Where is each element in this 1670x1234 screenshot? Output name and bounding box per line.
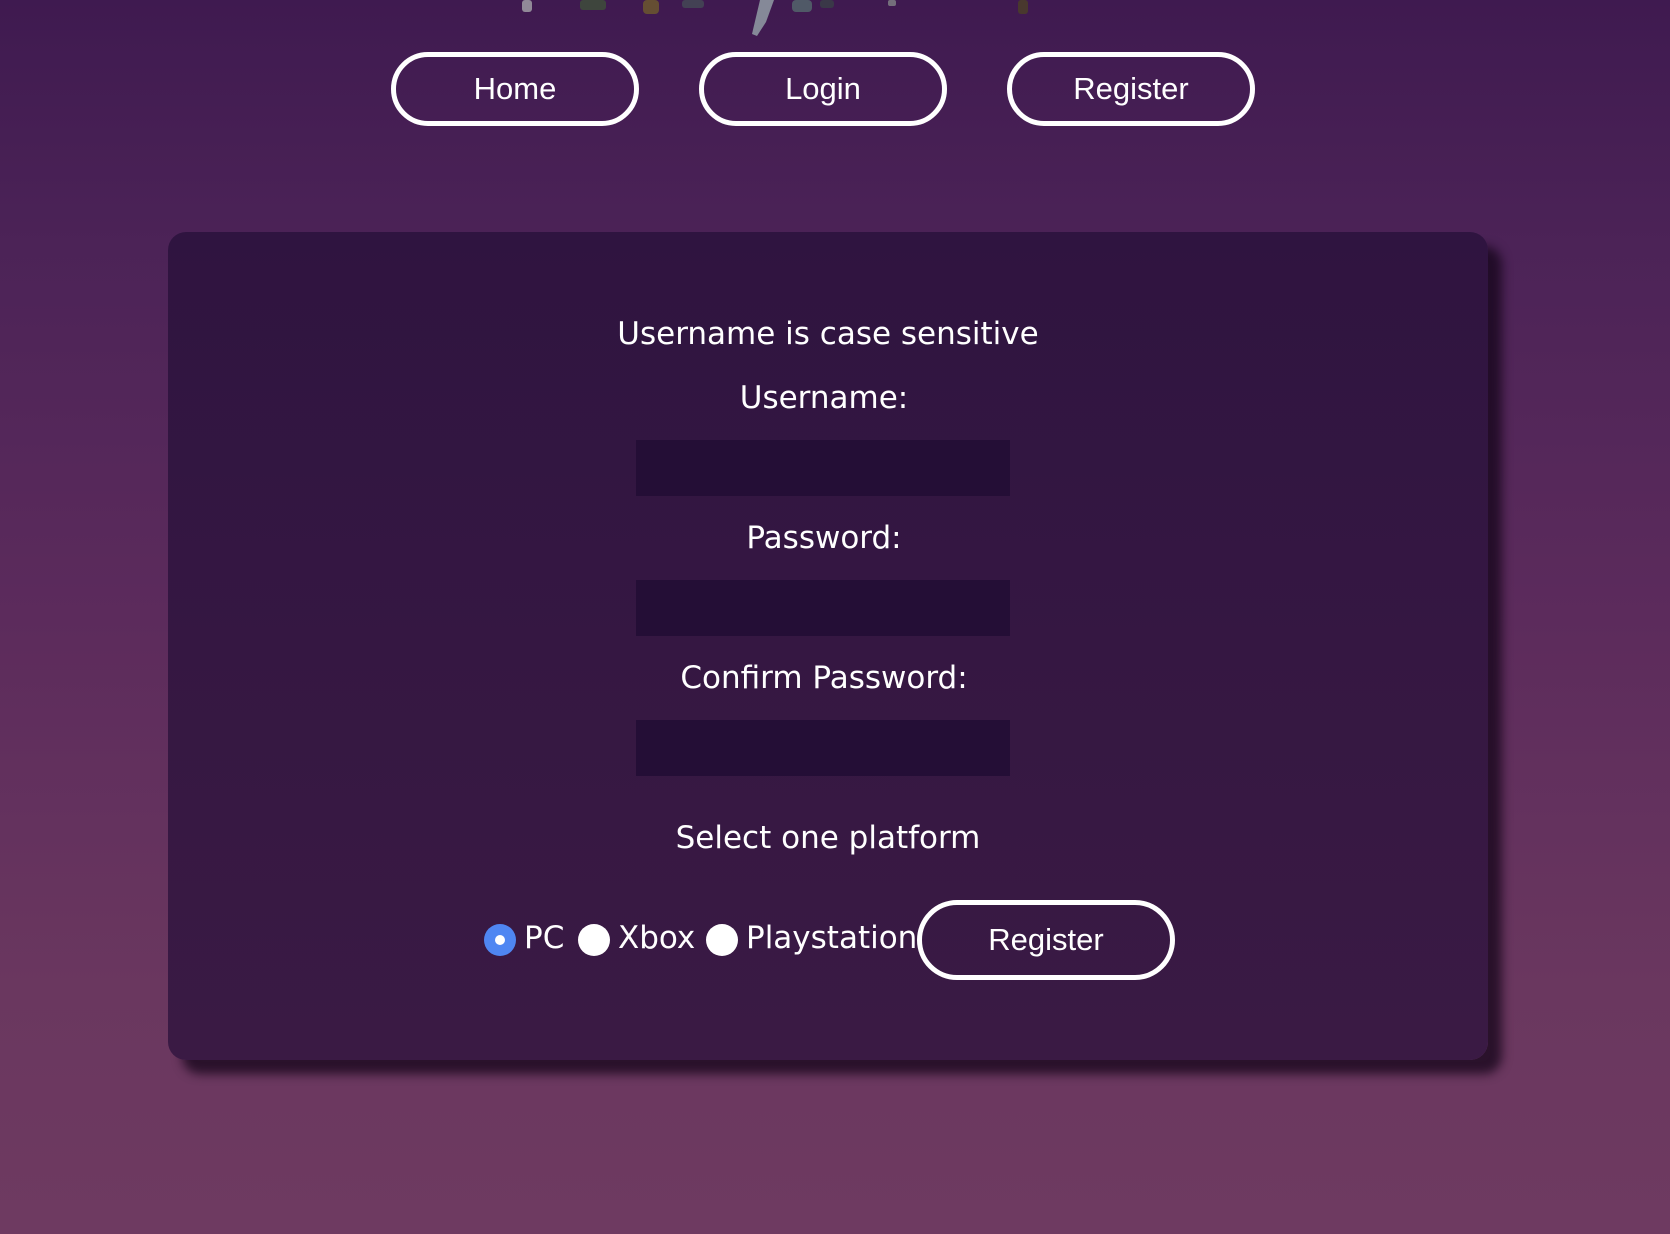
password-input[interactable] — [636, 580, 1010, 636]
password-label: Password: — [746, 520, 902, 556]
register-form-card: Username is case sensitive Username: Pas… — [168, 232, 1488, 1060]
login-button[interactable]: Login — [699, 52, 947, 126]
platform-prompt: Select one platform — [675, 820, 981, 856]
register-submit-button[interactable]: Register — [917, 900, 1175, 980]
top-nav: Home Login Register — [0, 52, 1670, 132]
home-button[interactable]: Home — [391, 52, 639, 126]
hero-artwork-fragment — [522, 0, 1028, 36]
username-label: Username: — [739, 380, 909, 416]
xbox-radio-label[interactable]: Xbox — [618, 918, 695, 958]
confirm-password-input[interactable] — [636, 720, 1010, 776]
playstation-radio-label[interactable]: Playstation — [746, 918, 917, 958]
playstation-radio[interactable] — [706, 924, 738, 956]
register-nav-button[interactable]: Register — [1007, 52, 1255, 126]
confirm-password-label: Confirm Password: — [680, 660, 968, 696]
case-sensitive-hint: Username is case sensitive — [617, 316, 1039, 352]
pc-radio[interactable] — [484, 924, 516, 956]
pc-radio-label[interactable]: PC — [524, 918, 564, 958]
xbox-radio[interactable] — [578, 924, 610, 956]
username-input[interactable] — [636, 440, 1010, 496]
